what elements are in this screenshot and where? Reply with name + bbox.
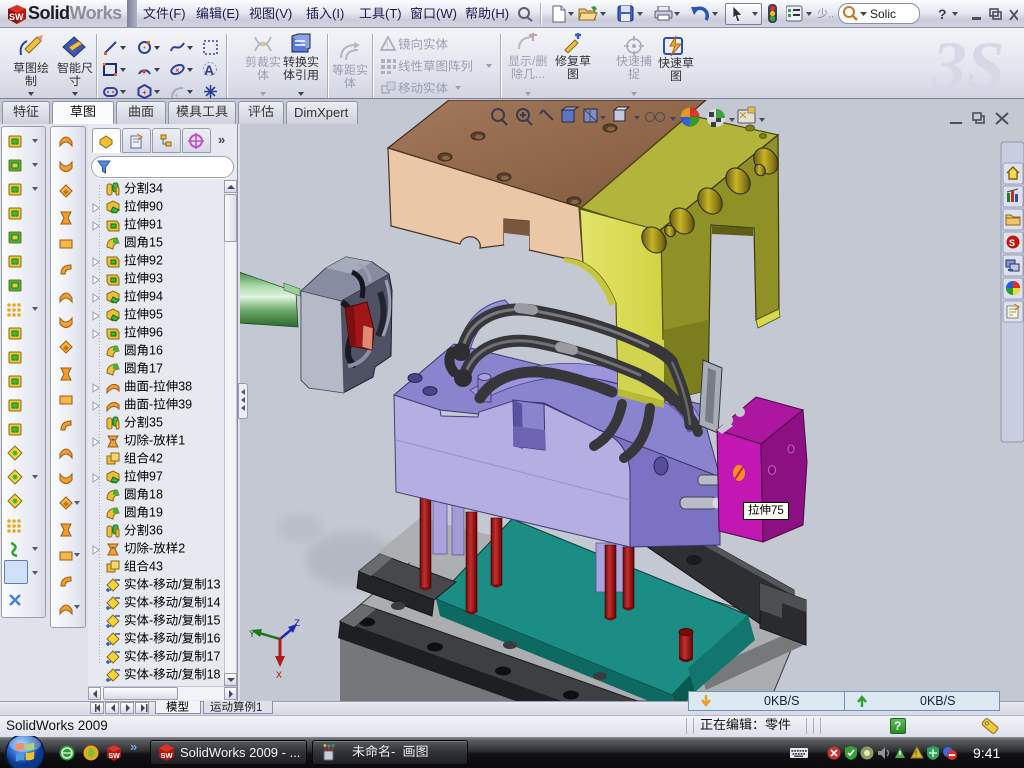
svg-text:15: 15 (149, 236, 163, 250)
svg-text:Y: Y (249, 630, 255, 641)
svg-text:16: 16 (207, 632, 221, 646)
svg-text:/: / (178, 632, 182, 646)
svg-text:34: 34 (149, 182, 163, 196)
svg-text:/: / (178, 668, 182, 682)
svg-text:-: - (149, 398, 153, 412)
svg-text:-: - (149, 632, 153, 646)
svg-text:(I): (I) (332, 7, 344, 21)
svg-text:(V): (V) (275, 7, 292, 21)
svg-text:13: 13 (207, 578, 221, 592)
svg-text:-: - (149, 614, 153, 628)
svg-text:!: ! (386, 41, 389, 51)
svg-text:35: 35 (149, 416, 163, 430)
svg-text:/: / (178, 578, 182, 592)
svg-text:91: 91 (149, 218, 163, 232)
svg-text:/: / (178, 650, 182, 664)
svg-text:/: / (178, 614, 182, 628)
svg-text:S: S (1009, 238, 1015, 248)
svg-text:-: - (149, 596, 153, 610)
svg-text:-: - (149, 650, 153, 664)
svg-text:36: 36 (149, 524, 163, 538)
svg-text:SW: SW (161, 751, 174, 760)
svg-text:..: .. (828, 8, 834, 20)
svg-text:-: - (149, 434, 153, 448)
svg-text:94: 94 (149, 290, 163, 304)
svg-text:19: 19 (149, 506, 163, 520)
svg-text:17: 17 (207, 650, 221, 664)
svg-text:+: + (174, 91, 179, 100)
svg-text:-: - (149, 542, 153, 556)
svg-text:90: 90 (149, 200, 163, 214)
svg-text:X: X (276, 671, 282, 682)
svg-text:18: 18 (149, 488, 163, 502)
svg-text:(T): (T) (385, 7, 402, 21)
svg-text:/: / (178, 596, 182, 610)
svg-text:+: + (142, 70, 146, 77)
svg-text:95: 95 (149, 308, 163, 322)
svg-text:×: × (175, 66, 180, 75)
svg-text:93: 93 (149, 272, 163, 286)
svg-text:(W): (W) (436, 7, 457, 21)
svg-text:14: 14 (207, 596, 221, 610)
svg-text:39: 39 (178, 398, 192, 412)
svg-text:17: 17 (149, 362, 163, 376)
svg-text:-: - (391, 745, 395, 759)
svg-text:1: 1 (256, 702, 262, 713)
svg-text:/: / (532, 55, 536, 68)
svg-text:42: 42 (149, 452, 163, 466)
svg-text:Z: Z (294, 619, 300, 630)
svg-text:(H): (H) (491, 7, 509, 21)
svg-text:(F): (F) (169, 7, 186, 21)
svg-text:SW: SW (109, 753, 121, 760)
svg-text:16: 16 (149, 344, 163, 358)
svg-text:!: ! (915, 750, 917, 759)
svg-text:15: 15 (207, 614, 221, 628)
svg-text:1: 1 (178, 434, 185, 448)
svg-text:43: 43 (149, 560, 163, 574)
svg-text:-: - (149, 380, 153, 394)
svg-text:97: 97 (149, 470, 163, 484)
svg-text:-: - (149, 578, 153, 592)
svg-text:(E): (E) (222, 7, 239, 21)
svg-text:96: 96 (149, 326, 163, 340)
svg-text:...: ... (535, 68, 545, 81)
svg-text:18: 18 (207, 668, 221, 682)
svg-text:-: - (149, 668, 153, 682)
svg-text:75: 75 (771, 505, 784, 517)
svg-text:+: + (142, 88, 147, 97)
svg-text:SW: SW (9, 12, 24, 22)
svg-text:92: 92 (149, 254, 163, 268)
svg-text:38: 38 (178, 380, 192, 394)
svg-text:2: 2 (178, 542, 185, 556)
